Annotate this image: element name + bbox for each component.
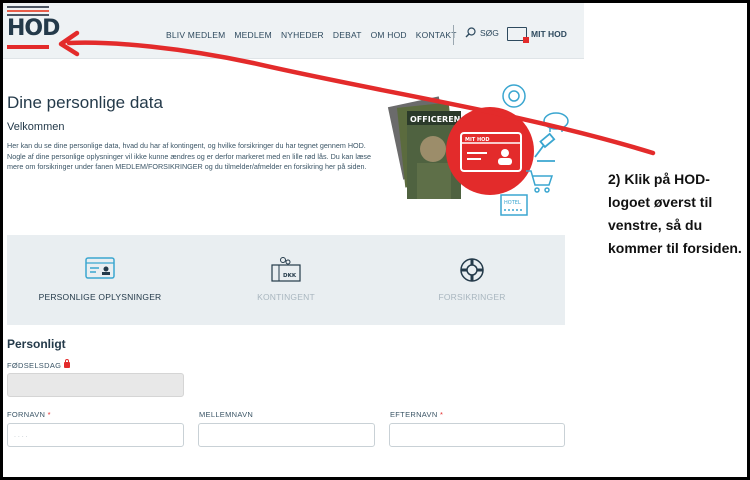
tab-label: KONTINGENT xyxy=(257,292,315,302)
tab-label: PERSONLIGE OPLYSNINGER xyxy=(38,292,162,302)
intro-text: Her kan du se dine personlige data, hvad… xyxy=(7,141,371,171)
birthday-label: FØDSELSDAG xyxy=(7,359,71,370)
page-title: Dine personlige data xyxy=(7,93,163,112)
middlename-field[interactable] xyxy=(198,423,375,447)
mit-hod-label: MIT HOD xyxy=(531,29,567,39)
lastname-field[interactable] xyxy=(389,423,565,447)
piggy-bank-icon xyxy=(543,112,569,132)
gavel-icon xyxy=(534,132,556,162)
tab-bar: PERSONLIGE OPLYSNINGER DKK KONTINGENT FO… xyxy=(7,235,565,325)
site-header: HOD BLIV MEDLEM MEDLEM NYHEDER DEBAT OM … xyxy=(3,3,584,59)
tab-kontingent[interactable]: DKK KONTINGENT xyxy=(193,235,379,325)
nav-divider xyxy=(453,25,454,45)
shopping-cart-icon xyxy=(526,170,554,193)
nav-debat[interactable]: DEBAT xyxy=(333,30,362,40)
nav-kontakt[interactable]: KONTAKT xyxy=(416,30,457,40)
tab-label: FORSIKRINGER xyxy=(438,292,506,302)
search-label: SØG xyxy=(480,27,499,38)
page-subtitle: Velkommen xyxy=(7,121,65,133)
svg-text:MIT HOD: MIT HOD xyxy=(465,137,490,143)
nav-nyheder[interactable]: NYHEDER xyxy=(281,30,324,40)
id-card-icon xyxy=(85,257,115,279)
nav-om-hod[interactable]: OM HOD xyxy=(371,30,407,40)
logo-underline xyxy=(7,45,49,49)
logo-text: HOD xyxy=(7,16,60,41)
hod-logo[interactable]: HOD xyxy=(7,6,60,50)
search-button[interactable]: SØG xyxy=(465,27,499,38)
screenshot-frame: HOD BLIV MEDLEM MEDLEM NYHEDER DEBAT OM … xyxy=(3,3,747,477)
nav-bliv-medlem[interactable]: BLIV MEDLEM xyxy=(166,30,225,40)
section-title: Personligt xyxy=(7,337,66,351)
lifebuoy-icon xyxy=(502,84,526,108)
mit-hod-button[interactable]: MIT HOD xyxy=(507,27,567,43)
firstname-label: FORNAVN * xyxy=(7,410,51,419)
svg-text:HOTEL: HOTEL xyxy=(504,200,521,206)
middlename-label: MELLEMNAVN xyxy=(199,410,254,419)
firstname-field[interactable]: . . . . xyxy=(7,423,184,447)
nav-medlem[interactable]: MEDLEM xyxy=(234,30,272,40)
logo-stripe xyxy=(7,6,49,8)
member-card-icon xyxy=(507,27,529,43)
search-icon xyxy=(465,27,476,38)
svg-text:DKK: DKK xyxy=(283,273,297,279)
logo-stripe xyxy=(7,10,49,12)
birthday-field xyxy=(7,373,184,397)
lock-icon xyxy=(64,359,71,368)
hotel-sign-icon: HOTEL xyxy=(500,194,528,216)
member-illustration: OFFICEREN MIT HOD HOTEL xyxy=(387,84,569,216)
instruction-text: 2) Klik på HOD-logoet øverst til venstre… xyxy=(608,171,742,256)
magazine-title: OFFICEREN xyxy=(410,115,460,124)
money-icon: DKK xyxy=(271,257,301,282)
lifebuoy-icon xyxy=(460,258,484,282)
tab-personlige-oplysninger[interactable]: PERSONLIGE OPLYSNINGER xyxy=(7,235,193,325)
tab-forsikringer[interactable]: FORSIKRINGER xyxy=(379,235,565,325)
lastname-label: EFTERNAVN * xyxy=(390,410,444,419)
main-nav: BLIV MEDLEM MEDLEM NYHEDER DEBAT OM HOD … xyxy=(166,30,466,40)
